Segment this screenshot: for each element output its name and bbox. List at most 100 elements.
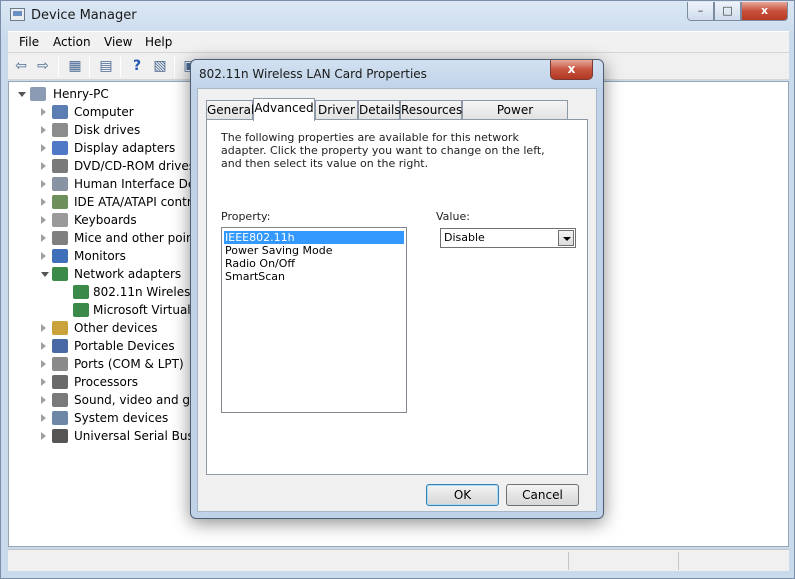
device-view-icon[interactable]: ▧ xyxy=(151,58,169,75)
hid-icon xyxy=(52,177,68,191)
tree-item-label: Keyboards xyxy=(74,213,137,227)
monitor-icon xyxy=(52,249,68,263)
tree-view-icon[interactable]: ▦ xyxy=(66,58,84,75)
tab-general[interactable]: General xyxy=(206,100,254,120)
dialog-title: 802.11n Wireless LAN Card Properties xyxy=(199,67,427,81)
expand-arrow-icon[interactable] xyxy=(41,126,46,134)
tree-item-label: Ports (COM & LPT) xyxy=(74,357,184,371)
dvd-drive-icon xyxy=(52,159,68,173)
sound-icon xyxy=(52,393,68,407)
toolbar-separator xyxy=(120,57,121,77)
title-bar[interactable]: Device Manager – □ x xyxy=(1,1,794,31)
tree-item-label: Other devices xyxy=(74,321,158,335)
toolbar-separator xyxy=(58,57,59,77)
property-listbox[interactable]: IEEE802.11h Power Saving Mode Radio On/O… xyxy=(221,227,407,413)
minimize-button[interactable]: – xyxy=(687,2,714,21)
expand-arrow-icon[interactable] xyxy=(41,216,46,224)
close-button[interactable]: x xyxy=(741,2,788,21)
mouse-icon xyxy=(52,231,68,245)
tab-resources[interactable]: Resources xyxy=(400,100,462,120)
keyboard-icon xyxy=(52,213,68,227)
system-device-icon xyxy=(52,411,68,425)
property-item-ieee80211h[interactable]: IEEE802.11h xyxy=(224,231,404,244)
expand-arrow-icon[interactable] xyxy=(41,252,46,260)
property-item-radio-on-off[interactable]: Radio On/Off xyxy=(224,257,404,270)
maximize-button[interactable]: □ xyxy=(714,2,741,21)
menu-action[interactable]: Action xyxy=(53,35,91,49)
tree-item-label: Portable Devices xyxy=(74,339,175,353)
expand-arrow-icon[interactable] xyxy=(18,92,26,97)
status-divider xyxy=(568,552,569,570)
ide-controller-icon xyxy=(52,195,68,209)
expand-arrow-icon[interactable] xyxy=(41,396,46,404)
value-dropdown[interactable]: Disable xyxy=(440,228,576,248)
menu-help[interactable]: Help xyxy=(145,35,172,49)
property-label: Property: xyxy=(221,210,271,223)
tree-root-label: Henry-PC xyxy=(53,87,109,101)
network-adapter-icon xyxy=(52,267,68,281)
menu-bar: File Action View Help xyxy=(8,31,789,52)
network-adapter-icon xyxy=(73,303,89,317)
tree-item-label: Disk drives xyxy=(74,123,141,137)
value-dropdown-text: Disable xyxy=(444,231,485,244)
tree-item-label: Sound, video and gam xyxy=(74,393,210,407)
window-title: Device Manager xyxy=(31,8,137,23)
tab-details[interactable]: Details xyxy=(358,100,401,120)
expand-arrow-icon[interactable] xyxy=(41,144,46,152)
tab-advanced[interactable]: Advanced xyxy=(253,98,315,121)
property-item-smartscan[interactable]: SmartScan xyxy=(224,270,404,283)
toolbar-separator xyxy=(89,57,90,77)
processor-icon xyxy=(52,375,68,389)
expand-arrow-icon[interactable] xyxy=(41,108,46,116)
advanced-tab-panel: The following properties are available f… xyxy=(206,119,588,475)
tab-driver[interactable]: Driver xyxy=(315,100,358,120)
description-text: The following properties are available f… xyxy=(221,131,545,170)
network-adapter-icon xyxy=(73,285,89,299)
computer-icon xyxy=(52,105,68,119)
portable-device-icon xyxy=(52,339,68,353)
back-arrow-icon[interactable]: ⇦ xyxy=(12,58,30,75)
expand-arrow-icon[interactable] xyxy=(41,198,46,206)
tree-item-label: Monitors xyxy=(74,249,126,263)
ok-button[interactable]: OK xyxy=(426,484,499,506)
expand-arrow-icon[interactable] xyxy=(41,342,46,350)
device-manager-icon xyxy=(10,8,25,21)
properties-icon[interactable]: ▤ xyxy=(97,58,115,75)
usb-icon xyxy=(52,429,68,443)
expand-arrow-icon[interactable] xyxy=(41,378,46,386)
property-item-power-saving-mode[interactable]: Power Saving Mode xyxy=(224,244,404,257)
display-adapter-icon xyxy=(52,141,68,155)
properties-dialog: 802.11n Wireless LAN Card Properties x G… xyxy=(190,59,604,519)
expand-arrow-icon[interactable] xyxy=(41,324,46,332)
expand-arrow-icon[interactable] xyxy=(41,360,46,368)
tab-power-management[interactable]: Power Management xyxy=(462,100,568,135)
tree-item-label: Processors xyxy=(74,375,139,389)
expand-arrow-icon[interactable] xyxy=(41,180,46,188)
menu-view[interactable]: View xyxy=(104,35,132,49)
help-icon[interactable]: ? xyxy=(128,58,146,75)
expand-arrow-icon[interactable] xyxy=(41,162,46,170)
status-divider xyxy=(678,552,679,570)
expand-arrow-icon[interactable] xyxy=(41,234,46,242)
tree-item-label: DVD/CD-ROM drives xyxy=(74,159,196,173)
cancel-button[interactable]: Cancel xyxy=(506,484,579,506)
tree-item-label: Display adapters xyxy=(74,141,176,155)
menu-file[interactable]: File xyxy=(19,35,39,49)
expand-arrow-icon[interactable] xyxy=(41,414,46,422)
disk-drive-icon xyxy=(52,123,68,137)
tree-item-label: System devices xyxy=(74,411,169,425)
tree-item-label: Computer xyxy=(74,105,134,119)
chevron-down-icon[interactable] xyxy=(558,230,574,246)
tree-item-label: Mice and other pointin xyxy=(74,231,210,245)
forward-arrow-icon[interactable]: ⇨ xyxy=(34,58,52,75)
port-icon xyxy=(52,357,68,371)
tree-item-label: Network adapters xyxy=(74,267,182,281)
status-bar xyxy=(8,549,789,571)
dialog-close-button[interactable]: x xyxy=(550,60,593,80)
collapse-arrow-icon[interactable] xyxy=(41,272,49,277)
toolbar-separator xyxy=(174,57,175,77)
expand-arrow-icon[interactable] xyxy=(41,432,46,440)
computer-icon xyxy=(30,87,46,101)
tree-item-label: IDE ATA/ATAPI contro xyxy=(74,195,199,209)
dialog-body: General Advanced Driver Details Resource… xyxy=(197,88,597,512)
